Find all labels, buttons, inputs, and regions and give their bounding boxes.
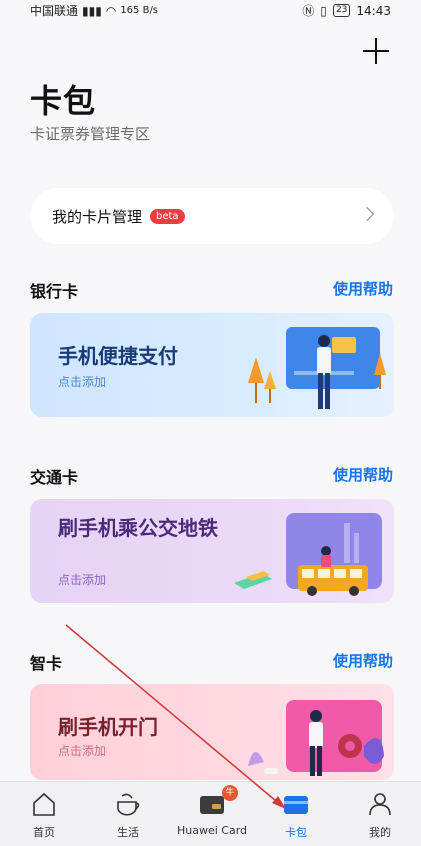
- nfc-icon: Ⓝ: [302, 4, 315, 18]
- person-icon: [369, 793, 391, 816]
- tab-life[interactable]: 生活: [86, 782, 170, 846]
- help-link-bank[interactable]: 使用帮助: [333, 278, 393, 299]
- clock: 14:43: [356, 3, 391, 18]
- section-title-transit: 交通卡: [30, 468, 79, 487]
- card-management-row[interactable]: 我的卡片管理 beta: [30, 188, 394, 244]
- network-speed: 165 B/s: [120, 5, 159, 16]
- vibrate-icon: ▯: [320, 3, 327, 18]
- help-link-transit[interactable]: 使用帮助: [333, 464, 393, 485]
- battery-icon: 23: [332, 4, 351, 17]
- chevron-right-icon: [359, 206, 375, 222]
- page-subtitle: 卡证票券管理专区: [30, 125, 151, 143]
- add-card-button[interactable]: [361, 36, 391, 66]
- section-title-bank: 银行卡: [30, 282, 79, 301]
- huawei-card-badge: 牛: [222, 785, 238, 801]
- tab-life-label: 生活: [117, 826, 139, 839]
- help-link-smart[interactable]: 使用帮助: [333, 650, 393, 671]
- promo-card-bank[interactable]: 手机便捷支付 点击添加: [30, 313, 394, 417]
- tab-wallet[interactable]: 卡包: [254, 782, 338, 846]
- bank-card-illustration: [248, 327, 386, 409]
- bottom-tab-bar: 首页 生活 牛 Huawei Card 卡包 我的: [0, 781, 421, 846]
- tab-home[interactable]: 首页: [2, 782, 86, 846]
- tab-huawei-card-label: Huawei Card: [176, 824, 248, 837]
- bus-illustration: [234, 513, 382, 596]
- tab-me[interactable]: 我的: [338, 782, 421, 846]
- tab-me-label: 我的: [369, 826, 391, 839]
- promo-title-transit: 刷手机乘公交地铁: [58, 516, 218, 540]
- section-title-smart: 智卡: [30, 654, 63, 673]
- promo-card-smart[interactable]: 刷手机开门 点击添加: [30, 684, 394, 780]
- promo-sub-transit: 点击添加: [58, 573, 107, 587]
- wallet-icon: [284, 796, 308, 814]
- beta-badge: beta: [150, 208, 185, 224]
- promo-sub-bank: 点击添加: [58, 375, 107, 389]
- promo-sub-smart: 点击添加: [58, 744, 107, 758]
- promo-card-transit[interactable]: 刷手机乘公交地铁 点击添加: [30, 499, 394, 603]
- card-management-label: 我的卡片管理: [52, 207, 143, 226]
- page-title: 卡包: [30, 82, 97, 120]
- tab-wallet-label: 卡包: [285, 826, 307, 839]
- wifi-icon: ◠: [105, 3, 117, 18]
- carrier-name: 中国联通: [30, 4, 79, 18]
- signal-icon: ▮▮▮: [82, 3, 102, 18]
- cup-icon: [117, 793, 140, 816]
- promo-title-smart: 刷手机开门: [58, 715, 158, 739]
- door-key-illustration: [248, 700, 384, 776]
- status-bar: 中国联通 ▮▮▮ ◠ 165 B/s Ⓝ ▯ 23 14:43: [0, 0, 421, 22]
- tab-huawei-card[interactable]: 牛 Huawei Card: [170, 782, 254, 846]
- home-icon: [33, 792, 55, 816]
- tab-home-label: 首页: [33, 826, 55, 839]
- promo-title-bank: 手机便捷支付: [58, 344, 178, 368]
